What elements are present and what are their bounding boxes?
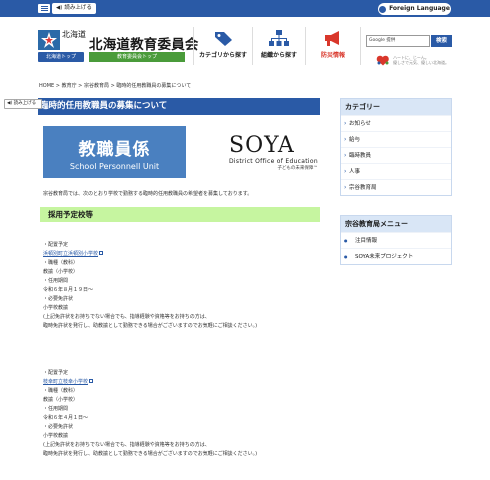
intro-text: 宗谷教育局では、次のとおり学校で勤務する臨時的任用教職員の希望者を募集しておりま… <box>43 191 253 197</box>
category-item[interactable]: 宗谷教育局 <box>341 179 451 196</box>
category-title: カテゴリー <box>341 99 451 115</box>
menu-item[interactable]: SOYA未来プロジェクト <box>341 248 451 265</box>
nav-disaster-button[interactable]: 防災情報 <box>307 24 359 68</box>
search-button[interactable]: 検索 <box>431 35 452 47</box>
breadcrumb-soya-office[interactable]: 宗谷教育局 <box>84 83 109 89</box>
category-item[interactable]: お知らせ <box>341 115 451 132</box>
breadcrumb-current: 臨時的任用教職員の募集について <box>116 83 192 89</box>
board-top-link[interactable]: 教育委員会トップ <box>89 52 185 62</box>
category-sidebar: カテゴリー お知らせ 給与 臨時教員 人事 宗谷教育局 <box>340 98 452 196</box>
category-item[interactable]: 人事 <box>341 163 451 180</box>
external-link-icon <box>99 251 104 255</box>
speaker-icon: ◀) <box>56 5 63 11</box>
unit-banner: 教職員係 School Personnell Unit <box>43 126 186 178</box>
hokkaido-top-link[interactable]: 北海道トップ <box>38 52 84 62</box>
heart-slogan: ハートに、じーん。 優しさで元気、優しい北海道。 <box>393 55 449 65</box>
external-link-icon <box>89 379 94 383</box>
nav-category-button[interactable]: カテゴリから探す <box>195 24 251 68</box>
category-item[interactable]: 臨時教員 <box>341 147 451 164</box>
menu-icon[interactable] <box>38 4 50 13</box>
read-aloud-button[interactable]: ◀) 読み上げる <box>52 3 96 14</box>
nav-divider <box>305 27 306 65</box>
globe-icon <box>379 5 387 13</box>
job-listing: ・配置予定 浜頓別町立浜頓別小学校 ・職種（教科） 教諭（小学校） ・任用期間 … <box>43 242 258 329</box>
breadcrumb-home[interactable]: HOME <box>39 83 54 89</box>
top-utility-bar: ◀) 読み上げる Foreign Language <box>0 0 490 17</box>
star-emblem-icon <box>38 30 60 50</box>
page-title: 臨時的任用教職員の募集について <box>38 98 320 115</box>
school-link[interactable]: 浜頓別町立浜頓別小学校 <box>43 251 98 257</box>
page-read-aloud-button[interactable]: ◀) 読み上げる <box>4 99 42 109</box>
nav-divider <box>193 27 194 65</box>
job-listing: ・配置予定 枝幸町立枝幸小学校 ・職種（教科） 教諭（小学校） ・任用期間 令和… <box>43 370 258 457</box>
menu-item[interactable]: 注目情報 <box>341 232 451 249</box>
megaphone-icon <box>325 31 339 46</box>
board-title[interactable]: 北海道教育委員会 <box>89 33 199 53</box>
hokkaido-flag-logo[interactable] <box>38 30 60 50</box>
breadcrumb: HOME > 教育庁 > 宗谷教育局 > 臨時的任用教職員の募集について <box>39 83 192 89</box>
office-menu-title: 宗谷教育局メニュー <box>341 216 451 232</box>
breadcrumb-education-agency[interactable]: 教育庁 <box>62 83 77 89</box>
prefecture-name: 北海道 <box>62 30 86 39</box>
heart-logo-icon <box>376 55 389 66</box>
section-heading: 採用予定校等 <box>40 207 320 222</box>
speaker-icon: ◀) <box>7 101 13 106</box>
nav-org-button[interactable]: 組織から探す <box>254 24 304 68</box>
nav-divider <box>252 27 253 65</box>
tag-icon <box>215 32 232 46</box>
school-link[interactable]: 枝幸町立枝幸小学校 <box>43 379 88 385</box>
foreign-language-button[interactable]: Foreign Language <box>378 3 451 15</box>
category-item[interactable]: 給与 <box>341 131 451 148</box>
nav-divider <box>360 27 361 65</box>
search-input[interactable]: Google 提供 <box>366 35 430 47</box>
org-chart-icon <box>269 30 289 46</box>
office-menu-sidebar: 宗谷教育局メニュー 注目情報 SOYA未来プロジェクト <box>340 215 452 265</box>
soya-logo: SOYA District Office of Education 子どもの未来… <box>229 133 318 171</box>
